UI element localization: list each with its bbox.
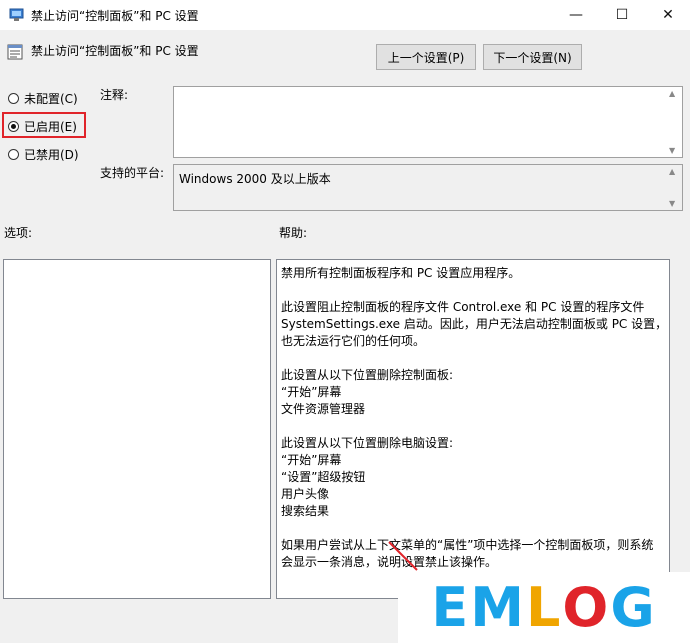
emlog-watermark-logo: E M L O G — [398, 572, 690, 643]
radio-not-configured[interactable]: 未配置(C) — [8, 90, 78, 107]
watermark-letter: L — [525, 576, 563, 639]
minimize-button[interactable]: — — [553, 0, 599, 30]
title-bar: 禁止访问“控制面板”和 PC 设置 — ☐ ✕ — [0, 0, 690, 30]
help-line: SystemSettings.exe 启动。因此，用户无法启动控制面板或 PC … — [281, 317, 668, 331]
help-line: “设置”超级按钮 — [281, 470, 366, 484]
close-button[interactable]: ✕ — [645, 0, 690, 30]
scroll-down-icon[interactable]: ▼ — [669, 199, 675, 208]
help-line: “开始”屏幕 — [281, 453, 342, 467]
watermark-letter: M — [470, 576, 526, 639]
help-line: “开始”屏幕 — [281, 385, 342, 399]
maximize-button[interactable]: ☐ — [599, 0, 645, 30]
policy-app-icon — [9, 8, 24, 21]
close-icon: ✕ — [662, 7, 674, 23]
watermark-letter: E — [431, 576, 471, 639]
watermark-letter: O — [562, 576, 611, 639]
platform-label: 支持的平台: — [100, 166, 165, 180]
maximize-icon: ☐ — [615, 7, 629, 23]
radio-label: 未配置(C) — [24, 92, 78, 106]
scroll-up-icon[interactable]: ▲ — [669, 89, 675, 98]
scroll-up-icon[interactable]: ▲ — [669, 167, 675, 176]
radio-disabled[interactable]: 已禁用(D) — [8, 146, 79, 163]
platform-field: Windows 2000 及以上版本 ▲ ▼ — [173, 164, 683, 211]
help-line: 用户头像 — [281, 487, 330, 501]
platform-scrollbar[interactable]: ▲ ▼ — [666, 165, 682, 210]
platform-value: Windows 2000 及以上版本 — [179, 172, 331, 186]
setting-icon — [7, 44, 23, 60]
help-line: 此设置从以下位置删除电脑设置: — [281, 436, 454, 450]
help-label: 帮助: — [279, 226, 308, 240]
help-line: 此设置从以下位置删除控制面板: — [281, 368, 454, 382]
minimize-icon: — — [569, 7, 583, 23]
scroll-down-icon[interactable]: ▼ — [669, 146, 675, 155]
help-panel: 禁用所有控制面板程序和 PC 设置应用程序。 此设置阻止控制面板的程序文件 Co… — [276, 259, 670, 599]
help-line: 禁用所有控制面板程序和 PC 设置应用程序。 — [281, 266, 521, 280]
help-line: 也无法运行它们的任何项。 — [281, 334, 426, 348]
watermark-letter: G — [610, 576, 657, 639]
help-line: 如果用户尝试从上下文菜单的“属性”项中选择一个控制面板项，则系统 — [281, 538, 654, 552]
radio-circle — [8, 149, 19, 160]
comment-label: 注释: — [100, 88, 129, 102]
help-line: 此设置阻止控制面板的程序文件 Control.exe 和 PC 设置的程序文件 — [281, 300, 645, 314]
comment-field[interactable]: ▲ ▼ — [173, 86, 683, 158]
window-title: 禁止访问“控制面板”和 PC 设置 — [31, 9, 199, 23]
enabled-highlight-box — [2, 112, 86, 138]
radio-circle — [8, 93, 19, 104]
comment-scrollbar[interactable]: ▲ ▼ — [666, 87, 682, 157]
options-label: 选项: — [4, 226, 33, 240]
help-line: 搜索结果 — [281, 504, 330, 518]
help-line: 文件资源管理器 — [281, 402, 366, 416]
options-panel — [3, 259, 271, 599]
next-setting-button[interactable]: 下一个设置(N) — [483, 44, 582, 70]
previous-setting-button[interactable]: 上一个设置(P) — [376, 44, 476, 70]
setting-name: 禁止访问“控制面板”和 PC 设置 — [31, 44, 199, 58]
radio-label: 已禁用(D) — [24, 148, 79, 162]
